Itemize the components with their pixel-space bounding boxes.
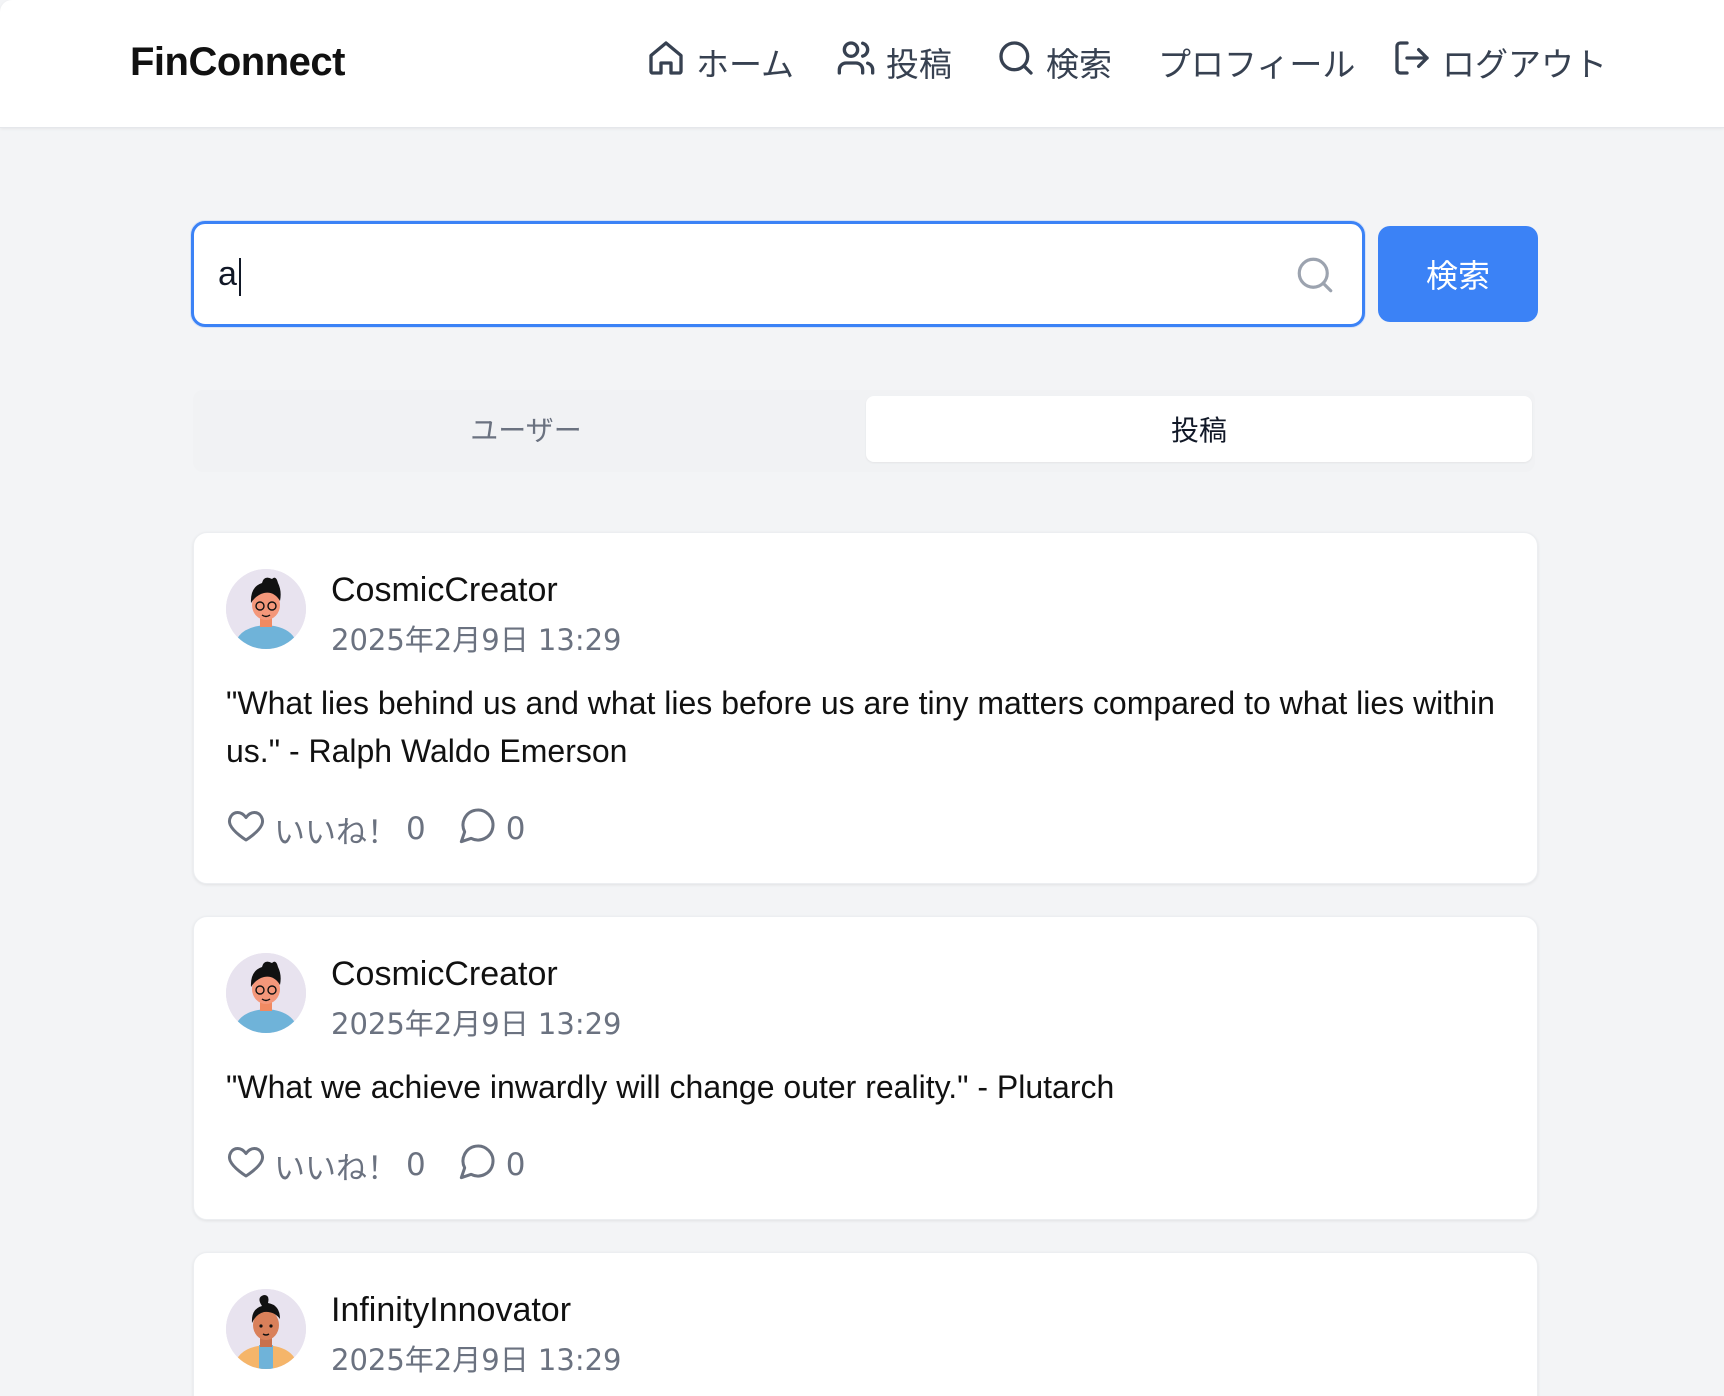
search-button[interactable]: 検索 (1378, 226, 1538, 322)
nav-profile[interactable]: プロフィール (1158, 36, 1355, 88)
page: FinConnect ホーム 投稿 検索 プロフィール ログアウト a 検索 ユ… (0, 0, 1724, 1396)
nav-posts-label: 投稿 (886, 45, 952, 84)
post-username[interactable]: CosmicCreator (331, 571, 558, 610)
comment-count: 0 (505, 811, 526, 847)
nav-posts[interactable]: 投稿 (836, 36, 952, 88)
avatar[interactable] (226, 953, 306, 1033)
comment-button[interactable]: 0 (458, 1141, 526, 1189)
avatar[interactable] (226, 1289, 306, 1369)
like-label: いいね！ (274, 1150, 398, 1187)
nav-home-label: ホーム (696, 45, 795, 84)
post-actions: いいね！ 0 0 (226, 807, 525, 851)
comment-button[interactable]: 0 (458, 805, 526, 853)
avatar[interactable] (226, 569, 306, 649)
nav-logout-label: ログアウト (1442, 45, 1607, 84)
post-card: CosmicCreator 2025年2月9日 13:29 "What we a… (193, 916, 1538, 1220)
nav-search-label: 検索 (1046, 45, 1112, 84)
home-icon (646, 38, 686, 86)
top-navbar: FinConnect ホーム 投稿 検索 プロフィール ログアウト (0, 0, 1724, 128)
search-icon (1294, 254, 1336, 296)
like-button[interactable]: いいね！ 0 (226, 805, 426, 853)
post-username[interactable]: InfinityInnovator (331, 1291, 571, 1330)
result-tabs: ユーザー 投稿 (193, 390, 1535, 472)
post-content: "What lies behind us and what lies befor… (226, 685, 1495, 769)
post-card: InfinityInnovator 2025年2月9日 13:29 (193, 1252, 1538, 1396)
search-input[interactable] (218, 246, 1258, 302)
tab-users[interactable]: ユーザー (193, 396, 859, 462)
post-username[interactable]: CosmicCreator (331, 955, 558, 994)
nav-home[interactable]: ホーム (646, 36, 794, 88)
search-icon (996, 38, 1036, 86)
logout-icon (1392, 38, 1432, 86)
post-timestamp: 2025年2月9日 13:29 (331, 1007, 622, 1041)
heart-icon (226, 1141, 266, 1189)
comment-icon (458, 1141, 498, 1189)
tab-posts[interactable]: 投稿 (866, 396, 1532, 462)
nav-search[interactable]: 検索 (996, 36, 1112, 88)
comment-icon (458, 805, 498, 853)
heart-icon (226, 805, 266, 853)
search-box (191, 221, 1365, 327)
like-button[interactable]: いいね！ 0 (226, 1141, 426, 1189)
like-count: 0 (406, 1147, 426, 1183)
users-icon (836, 38, 876, 86)
like-count: 0 (406, 811, 426, 847)
brand-logo[interactable]: FinConnect (130, 40, 345, 85)
post-actions: いいね！ 0 0 (226, 1143, 525, 1187)
post-timestamp: 2025年2月9日 13:29 (331, 1343, 622, 1377)
nav-profile-label: プロフィール (1158, 45, 1356, 84)
nav-logout[interactable]: ログアウト (1392, 36, 1607, 88)
comment-count: 0 (505, 1147, 526, 1183)
text-caret (239, 258, 241, 296)
like-label: いいね！ (274, 814, 398, 851)
post-timestamp: 2025年2月9日 13:29 (331, 623, 622, 657)
post-card: CosmicCreator 2025年2月9日 13:29 "What lies… (193, 532, 1538, 884)
post-content: "What we achieve inwardly will change ou… (226, 1069, 1115, 1105)
